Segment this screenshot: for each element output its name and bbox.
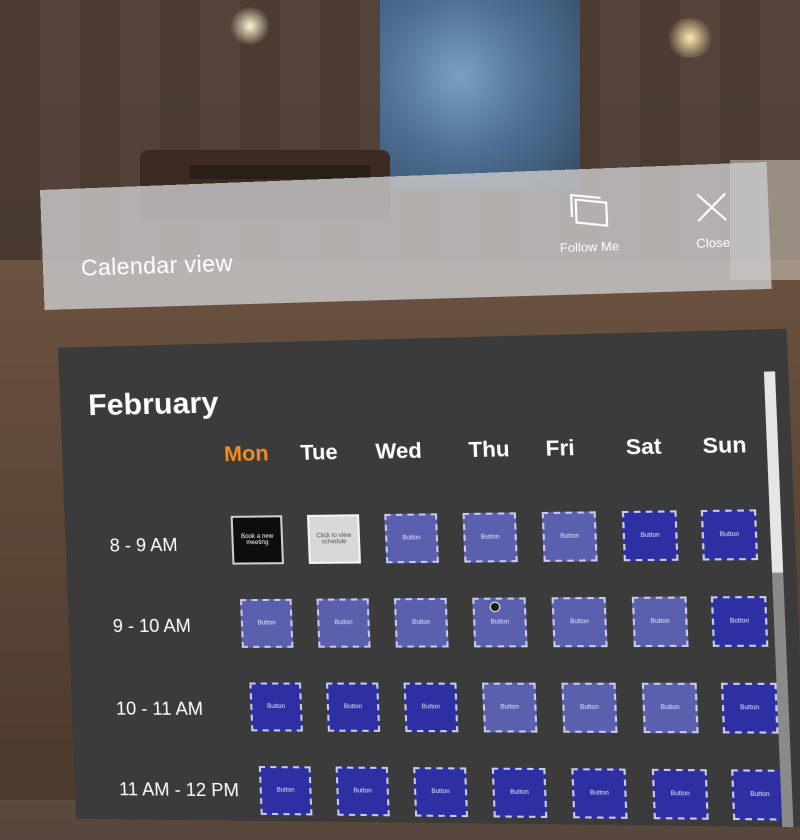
slot-button[interactable]: Button <box>384 513 439 564</box>
day-header-tue: Tue <box>299 440 339 465</box>
panel-title: Calendar view <box>80 249 234 281</box>
slot-button[interactable]: Button <box>561 682 618 733</box>
slot-button-label: Button <box>579 704 599 711</box>
slot-button-label: Button <box>660 704 680 712</box>
slot-button-label: Button <box>739 704 760 712</box>
slot-button[interactable]: Button <box>325 682 381 732</box>
day-header-wed: Wed <box>375 439 423 464</box>
slot-button-label: Button <box>640 532 660 540</box>
close-icon <box>695 191 729 224</box>
slot-button[interactable]: Button <box>249 682 303 732</box>
day-header-thu: Thu <box>468 437 511 463</box>
month-title: February <box>87 386 220 423</box>
slot-button-label: Button <box>334 619 353 627</box>
slot-button-label: Button <box>480 534 500 541</box>
slot-button-label: Button <box>490 619 510 626</box>
time-label: 8 - 9 AM <box>109 534 178 556</box>
background-table <box>190 165 370 179</box>
background-lamp <box>665 18 715 58</box>
slot-button-label: Button <box>343 704 363 711</box>
close-label: Close <box>695 235 731 252</box>
book-meeting-label: Book a new meeting <box>240 533 274 547</box>
slot-button-label: Button <box>402 535 421 542</box>
time-label: 9 - 10 AM <box>112 615 192 637</box>
scrollbar-thumb[interactable] <box>763 371 784 573</box>
slot-button-label: Button <box>650 618 670 626</box>
slot-button-label: Button <box>750 791 770 799</box>
slot-button-label: Button <box>500 704 520 711</box>
view-schedule-label: Click to view schedule <box>316 532 352 546</box>
slot-button[interactable]: Button <box>316 598 371 648</box>
calendar-panel: Calendar view Follow Me Close February M… <box>40 161 800 840</box>
follow-me-button[interactable]: Follow Me <box>544 192 634 278</box>
view-schedule-button[interactable]: Click to view schedule <box>306 514 362 564</box>
slot-button-label: Button <box>510 789 529 796</box>
slot-button-label: Button <box>729 618 750 625</box>
day-header-sun: Sun <box>702 433 747 459</box>
close-button[interactable]: Close <box>672 188 753 275</box>
time-label: 10 - 11 AM <box>115 698 204 719</box>
slot-button-label: Button <box>276 787 295 794</box>
slot-button[interactable]: Button <box>631 596 689 648</box>
slot-button-label: Button <box>431 788 450 796</box>
slot-button[interactable]: Button <box>462 512 518 563</box>
slot-button[interactable]: Button <box>403 682 459 733</box>
day-header-fri: Fri <box>545 436 576 461</box>
gaze-cursor <box>489 601 501 613</box>
slot-button-label: Button <box>421 704 441 711</box>
slot-button[interactable]: Button <box>720 682 779 734</box>
slot-button[interactable]: Button <box>239 598 294 648</box>
follow-me-icon <box>574 198 609 227</box>
slot-button[interactable]: Button <box>335 766 390 817</box>
slot-button[interactable]: Button <box>413 767 469 818</box>
book-meeting-button[interactable]: Book a new meeting <box>230 515 284 565</box>
slot-button-label: Button <box>267 703 286 711</box>
slot-button[interactable]: Button <box>551 596 608 648</box>
slot-button-label: Button <box>569 618 590 626</box>
background-lamp <box>230 6 270 46</box>
slot-button[interactable]: Button <box>541 511 598 562</box>
background-window <box>380 0 580 190</box>
time-label: 11 AM - 12 PM <box>118 779 240 801</box>
slot-button[interactable]: Button <box>641 682 699 734</box>
day-header-sat: Sat <box>625 434 663 460</box>
slot-button[interactable]: Button <box>393 597 449 648</box>
calendar-body: February Mon Tue Wed Thu Fri Sat Sun 8 -… <box>58 328 800 828</box>
slot-button-label: Button <box>353 788 372 795</box>
slot-button-label: Button <box>560 533 580 540</box>
follow-me-label: Follow Me <box>559 238 620 256</box>
slot-button[interactable]: Button <box>700 509 759 561</box>
slot-button-label: Button <box>411 619 431 626</box>
slot-button[interactable]: Button <box>621 510 679 562</box>
slot-button-label: Button <box>257 620 276 627</box>
slot-button-label: Button <box>589 790 609 797</box>
slot-button[interactable]: Button <box>571 768 628 819</box>
slot-button-label: Button <box>719 531 740 539</box>
day-header-mon: Mon <box>223 442 269 467</box>
slot-button[interactable]: Button <box>651 768 709 820</box>
slot-button-label: Button <box>670 790 690 798</box>
slot-button[interactable]: Button <box>491 767 548 819</box>
slot-button[interactable]: Button <box>481 682 538 733</box>
slot-button[interactable]: Button <box>258 765 313 816</box>
slot-button[interactable]: Button <box>710 595 769 647</box>
